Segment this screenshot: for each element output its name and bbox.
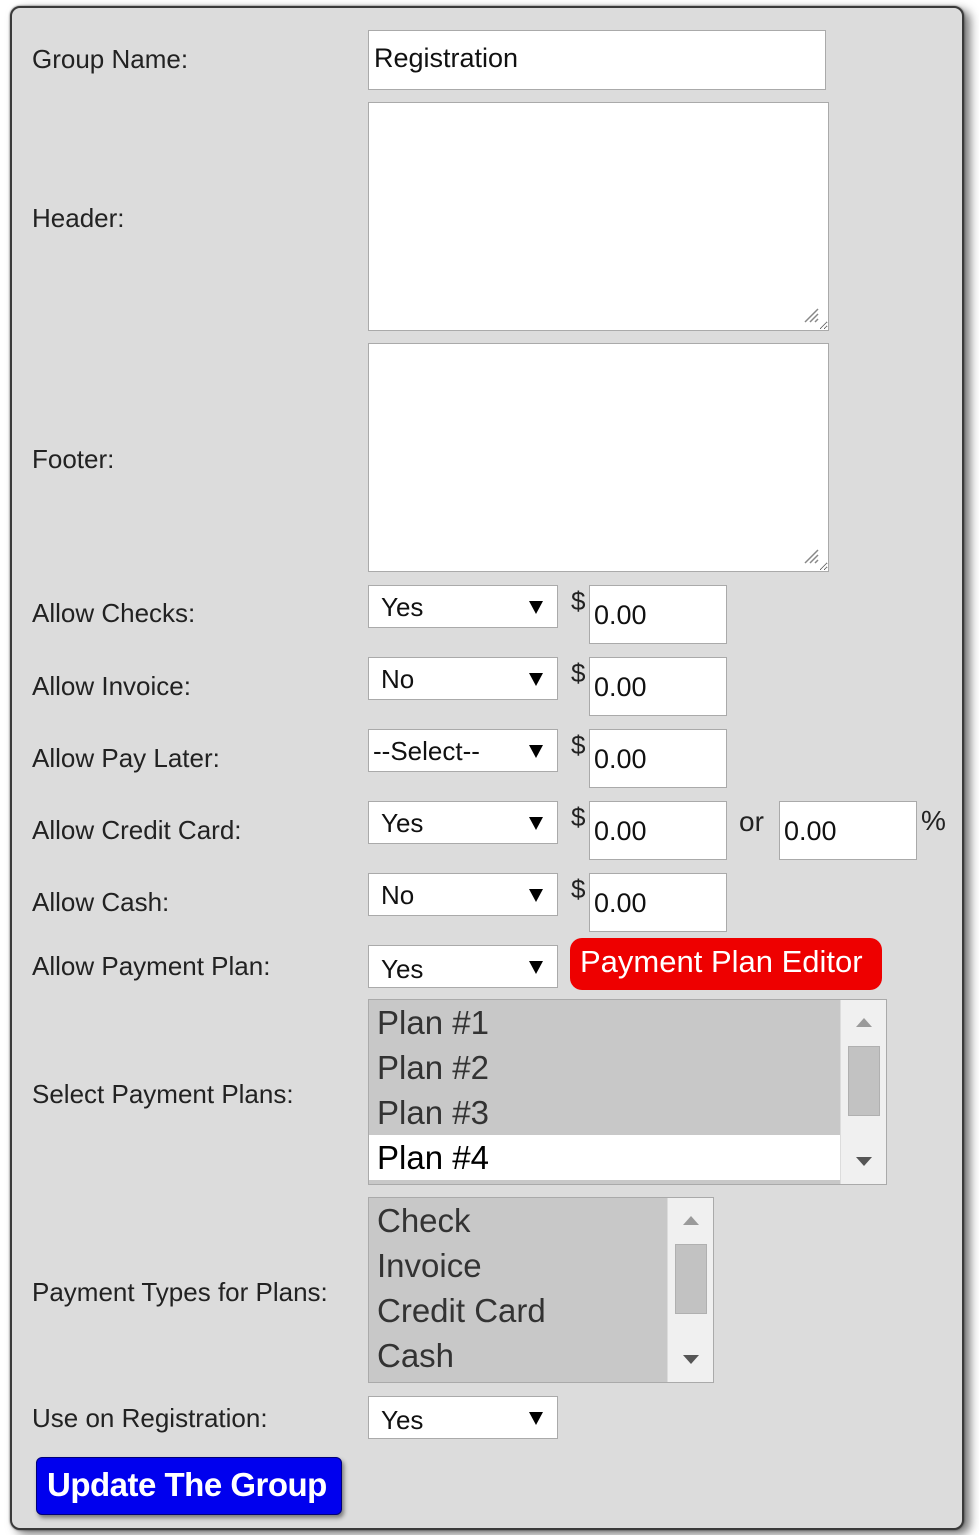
scroll-up-icon[interactable]: [683, 1216, 699, 1225]
allow-invoice-amount[interactable]: 0.00: [589, 657, 727, 716]
allow-pay-later-label: Allow Pay Later:: [32, 743, 220, 773]
allow-pay-later-select[interactable]: --Select--: [368, 729, 558, 772]
payment-types-listbox[interactable]: Check Invoice Credit Card Cash: [368, 1197, 714, 1383]
footer-label: Footer:: [32, 444, 115, 474]
use-on-registration-selected: Yes: [381, 1405, 424, 1435]
scroll-down-icon[interactable]: [856, 1157, 872, 1166]
allow-payment-plan-label: Allow Payment Plan:: [32, 951, 271, 981]
plan-option[interactable]: Plan #1: [369, 1000, 840, 1045]
allow-invoice-selected: No: [381, 664, 415, 694]
allow-credit-card-select[interactable]: Yes: [368, 801, 558, 844]
allow-credit-card-selected: Yes: [381, 808, 424, 838]
allow-payment-plan-select[interactable]: Yes: [368, 945, 558, 988]
allow-checks-amount[interactable]: 0.00: [589, 585, 727, 644]
dropdown-arrow-icon: [529, 961, 543, 974]
allow-pay-later-selected: --Select--: [373, 736, 480, 766]
allow-cash-select[interactable]: No: [368, 873, 558, 916]
payment-type-option[interactable]: Invoice: [369, 1243, 667, 1288]
resize-grip-icon[interactable]: [803, 307, 819, 323]
update-group-button[interactable]: Update The Group: [36, 1457, 342, 1515]
allow-invoice-label: Allow Invoice:: [32, 671, 191, 701]
footer-textarea[interactable]: [368, 343, 829, 572]
allow-cash-amount[interactable]: 0.00: [589, 873, 727, 932]
use-on-registration-select[interactable]: Yes: [368, 1396, 558, 1439]
allow-checks-label: Allow Checks:: [32, 598, 196, 628]
allow-checks-selected: Yes: [381, 592, 424, 622]
payment-types-options: Check Invoice Credit Card Cash: [369, 1198, 667, 1382]
payment-type-option[interactable]: Credit Card: [369, 1288, 667, 1333]
dropdown-arrow-icon: [529, 817, 543, 830]
payment-types-scrollbar[interactable]: [667, 1198, 713, 1382]
allow-cash-selected: No: [381, 880, 415, 910]
credit-card-dollar-sign: $: [571, 802, 586, 832]
pay-later-dollar-sign: $: [571, 730, 586, 760]
payment-type-option[interactable]: Cash: [369, 1333, 667, 1378]
payment-plans-listbox[interactable]: Plan #1 Plan #2 Plan #3 Plan #4: [368, 999, 887, 1185]
dropdown-arrow-icon: [529, 1412, 543, 1425]
plan-option[interactable]: Plan #4: [369, 1135, 840, 1180]
scrollbar-thumb[interactable]: [675, 1244, 707, 1314]
percent-sign: %: [921, 805, 946, 836]
allow-credit-card-amount[interactable]: 0.00: [589, 801, 727, 860]
group-editor-panel: Group Name: Registration Header: Footer:…: [10, 6, 964, 1530]
resize-grip-icon[interactable]: [803, 548, 819, 564]
allow-invoice-select[interactable]: No: [368, 657, 558, 700]
dropdown-arrow-icon: [529, 601, 543, 614]
header-label: Header:: [32, 203, 125, 233]
allow-payment-plan-selected: Yes: [381, 954, 424, 984]
plan-option[interactable]: Plan #2: [369, 1045, 840, 1090]
group-name-input[interactable]: Registration: [368, 30, 826, 90]
allow-cash-label: Allow Cash:: [32, 887, 170, 917]
checks-dollar-sign: $: [571, 586, 586, 616]
payment-types-label: Payment Types for Plans:: [32, 1277, 328, 1307]
payment-type-option[interactable]: Check: [369, 1198, 667, 1243]
dropdown-arrow-icon: [529, 889, 543, 902]
allow-credit-card-percent[interactable]: 0.00: [779, 801, 917, 860]
header-textarea[interactable]: [368, 102, 829, 331]
scrollbar-thumb[interactable]: [848, 1046, 880, 1116]
or-label: or: [739, 806, 764, 837]
dropdown-arrow-icon: [529, 673, 543, 686]
group-name-label: Group Name:: [32, 44, 189, 74]
plan-option[interactable]: Plan #3: [369, 1090, 840, 1135]
scroll-up-icon[interactable]: [856, 1018, 872, 1027]
invoice-dollar-sign: $: [571, 658, 586, 688]
allow-checks-select[interactable]: Yes: [368, 585, 558, 628]
payment-plans-options: Plan #1 Plan #2 Plan #3 Plan #4: [369, 1000, 840, 1184]
scroll-down-icon[interactable]: [683, 1355, 699, 1364]
allow-credit-card-label: Allow Credit Card:: [32, 815, 242, 845]
dropdown-arrow-icon: [529, 745, 543, 758]
cash-dollar-sign: $: [571, 874, 586, 904]
select-payment-plans-label: Select Payment Plans:: [32, 1079, 294, 1109]
payment-plan-editor-button[interactable]: Payment Plan Editor: [570, 938, 882, 990]
payment-plans-scrollbar[interactable]: [840, 1000, 886, 1184]
allow-pay-later-amount[interactable]: 0.00: [589, 729, 727, 788]
use-on-registration-label: Use on Registration:: [32, 1403, 268, 1433]
